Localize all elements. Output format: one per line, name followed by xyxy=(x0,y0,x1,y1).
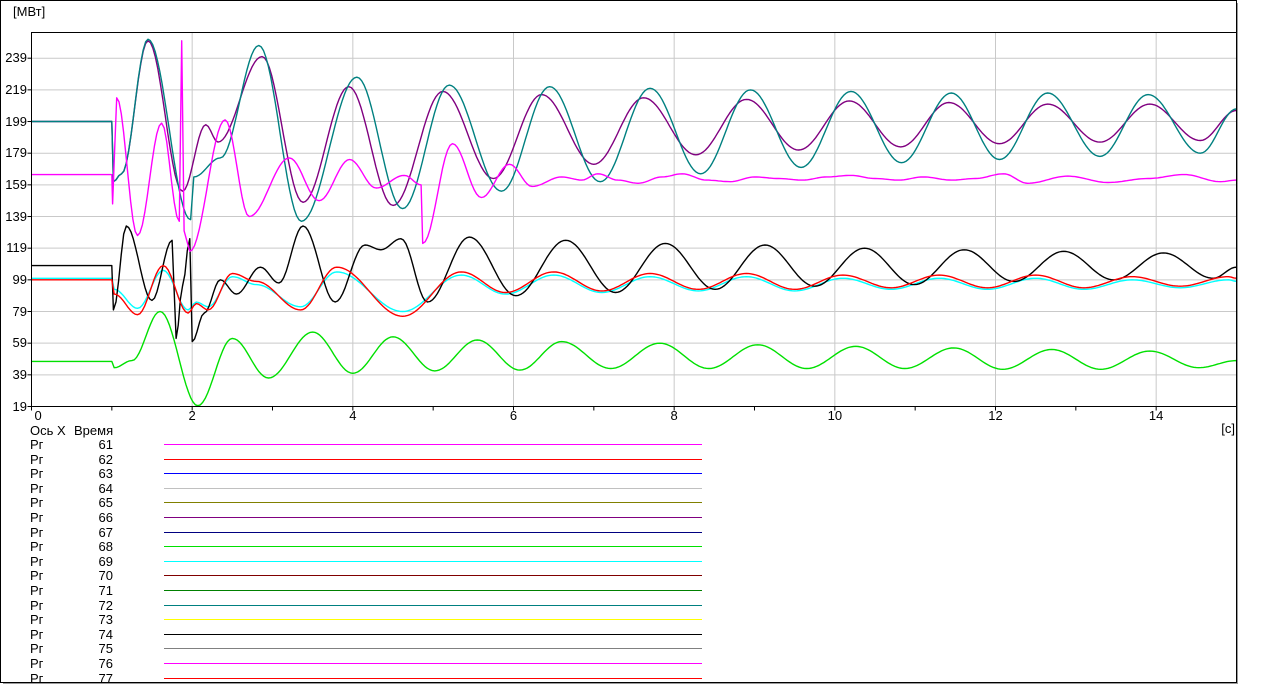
legend-row[interactable]: Рг 61 xyxy=(1,438,1236,453)
y-tick-label: 79 xyxy=(12,303,27,319)
legend-series-number: 69 xyxy=(98,553,113,569)
legend-row[interactable]: Рг 75 xyxy=(1,642,1236,657)
legend-series-name: Рг xyxy=(30,583,44,598)
legend-series-name: Рг xyxy=(30,626,44,642)
legend-color-line xyxy=(164,575,702,577)
x-tick-label: 12 xyxy=(988,408,1003,423)
legend-color-line xyxy=(164,517,702,518)
x-tick-label: 14 xyxy=(1148,408,1164,423)
legend-row[interactable]: Рг 62 xyxy=(1,451,1236,468)
series-curve-Рг-68 xyxy=(32,310,1236,406)
legend-series-name: Рг xyxy=(30,568,44,584)
legend-color-line xyxy=(164,590,702,591)
legend-series-name: Рг xyxy=(30,437,44,452)
y-tick-label: 139 xyxy=(5,208,27,224)
x-axis-name-value: Время xyxy=(74,423,114,438)
y-tick-label: 99 xyxy=(12,271,27,287)
x-tick-label: 10 xyxy=(827,408,843,423)
legend-row[interactable]: Рг 64 xyxy=(1,480,1236,497)
legend-series-name: Рг xyxy=(30,670,44,686)
legend-series-number: 67 xyxy=(98,524,113,540)
legend-series-number: 66 xyxy=(98,510,113,525)
x-tick-label: 2 xyxy=(188,408,196,423)
legend-row[interactable]: Рг 71 xyxy=(1,584,1236,599)
legend-series-name: Рг xyxy=(30,524,44,540)
legend-series-number: 64 xyxy=(98,480,113,496)
y-tick-label: 179 xyxy=(5,145,27,161)
legend-row[interactable]: Рг 65 xyxy=(1,496,1236,511)
x-axis-name-label: Ось X xyxy=(30,423,66,438)
legend-color-line xyxy=(164,458,702,460)
y-tick-label: 219 xyxy=(5,81,27,97)
legend-series-name: Рг xyxy=(30,612,44,628)
series-curve-Рг-74 xyxy=(32,225,1236,343)
x-tick-label: 8 xyxy=(670,408,678,423)
legend-series-name: Рг xyxy=(30,597,44,613)
legend-color-line xyxy=(164,663,702,664)
legend-color-line xyxy=(164,604,702,606)
y-tick-label: 19 xyxy=(12,398,27,414)
legend-series-number: 61 xyxy=(98,437,113,452)
legend-series-name: Рг xyxy=(30,656,44,671)
legend-row[interactable]: Рг 67 xyxy=(1,524,1236,541)
legend-color-line xyxy=(164,502,702,504)
legend-series-number: 68 xyxy=(98,539,113,555)
legend-row[interactable]: Рг 77 xyxy=(1,670,1236,687)
legend-color-line xyxy=(164,531,702,533)
legend-series-name: Рг xyxy=(30,553,44,569)
legend-series-number: 63 xyxy=(98,466,113,482)
legend-color-line xyxy=(164,633,702,635)
legend-series-number: 77 xyxy=(98,670,113,686)
legend-row[interactable]: Рг 68 xyxy=(1,540,1236,555)
legend-series-number: 75 xyxy=(98,641,113,657)
legend-series-number: 76 xyxy=(98,656,113,671)
series-curve-Рг-69 xyxy=(32,269,1236,313)
legend-row[interactable]: Рг 76 xyxy=(1,657,1236,672)
legend-row[interactable]: Рг 69 xyxy=(1,553,1236,570)
legend-series-name: Рг xyxy=(30,539,44,555)
legend-series-name: Рг xyxy=(30,510,44,525)
y-tick-label: 119 xyxy=(6,240,27,256)
legend-series-number: 72 xyxy=(98,597,113,613)
x-tick-label: 4 xyxy=(349,408,357,423)
legend-series-name: Рг xyxy=(30,480,44,496)
legend-series-name: Рг xyxy=(30,495,44,511)
legend-row[interactable]: Рг 73 xyxy=(1,613,1236,628)
legend-series-number: 62 xyxy=(98,451,113,467)
y-tick-label: 199 xyxy=(5,113,27,129)
legend-color-line xyxy=(164,546,702,548)
legend-series-number: 73 xyxy=(98,612,113,628)
legend-series-number: 70 xyxy=(98,568,113,584)
legend-row[interactable]: Рг 66 xyxy=(1,511,1236,526)
series-curve-Рг-76 xyxy=(32,40,1236,252)
legend-color-line xyxy=(164,560,702,562)
legend-color-line xyxy=(164,444,702,445)
legend-color-line xyxy=(164,677,702,679)
legend-series-name: Рг xyxy=(30,451,44,467)
y-tick-label: 239 xyxy=(5,50,27,66)
y-tick-label: 159 xyxy=(5,176,27,192)
legend-color-line xyxy=(164,619,702,621)
legend-series-number: 74 xyxy=(98,626,113,642)
legend-row[interactable]: Рг 74 xyxy=(1,626,1236,643)
legend-series-number: 71 xyxy=(98,583,113,598)
legend-row[interactable]: Рг 63 xyxy=(1,467,1236,482)
series-curve-Рг-72 xyxy=(32,38,1236,222)
legend-row[interactable]: Рг 72 xyxy=(1,597,1236,614)
legend-series-name: Рг xyxy=(30,641,44,657)
x-axis-unit-label: [c] xyxy=(1221,421,1235,436)
series-curve-Рг-66 xyxy=(32,40,1236,207)
legend-series-name: Рг xyxy=(30,466,44,482)
x-tick-label: 0 xyxy=(34,408,42,423)
series-curve-Рг-77 xyxy=(32,264,1236,317)
x-tick-label: 6 xyxy=(509,408,518,423)
legend-row[interactable]: Рг 70 xyxy=(1,569,1236,584)
legend-color-line xyxy=(164,473,702,475)
legend-series-number: 65 xyxy=(98,495,113,511)
plot-window: [МВт] 19 39 59 79 99 119 139 159 179 199 219 239 02… xyxy=(0,0,1237,685)
legend-color-line xyxy=(164,487,702,489)
y-tick-label: 39 xyxy=(12,366,27,382)
y-tick-label: 59 xyxy=(12,335,27,351)
legend-color-line xyxy=(164,648,702,650)
